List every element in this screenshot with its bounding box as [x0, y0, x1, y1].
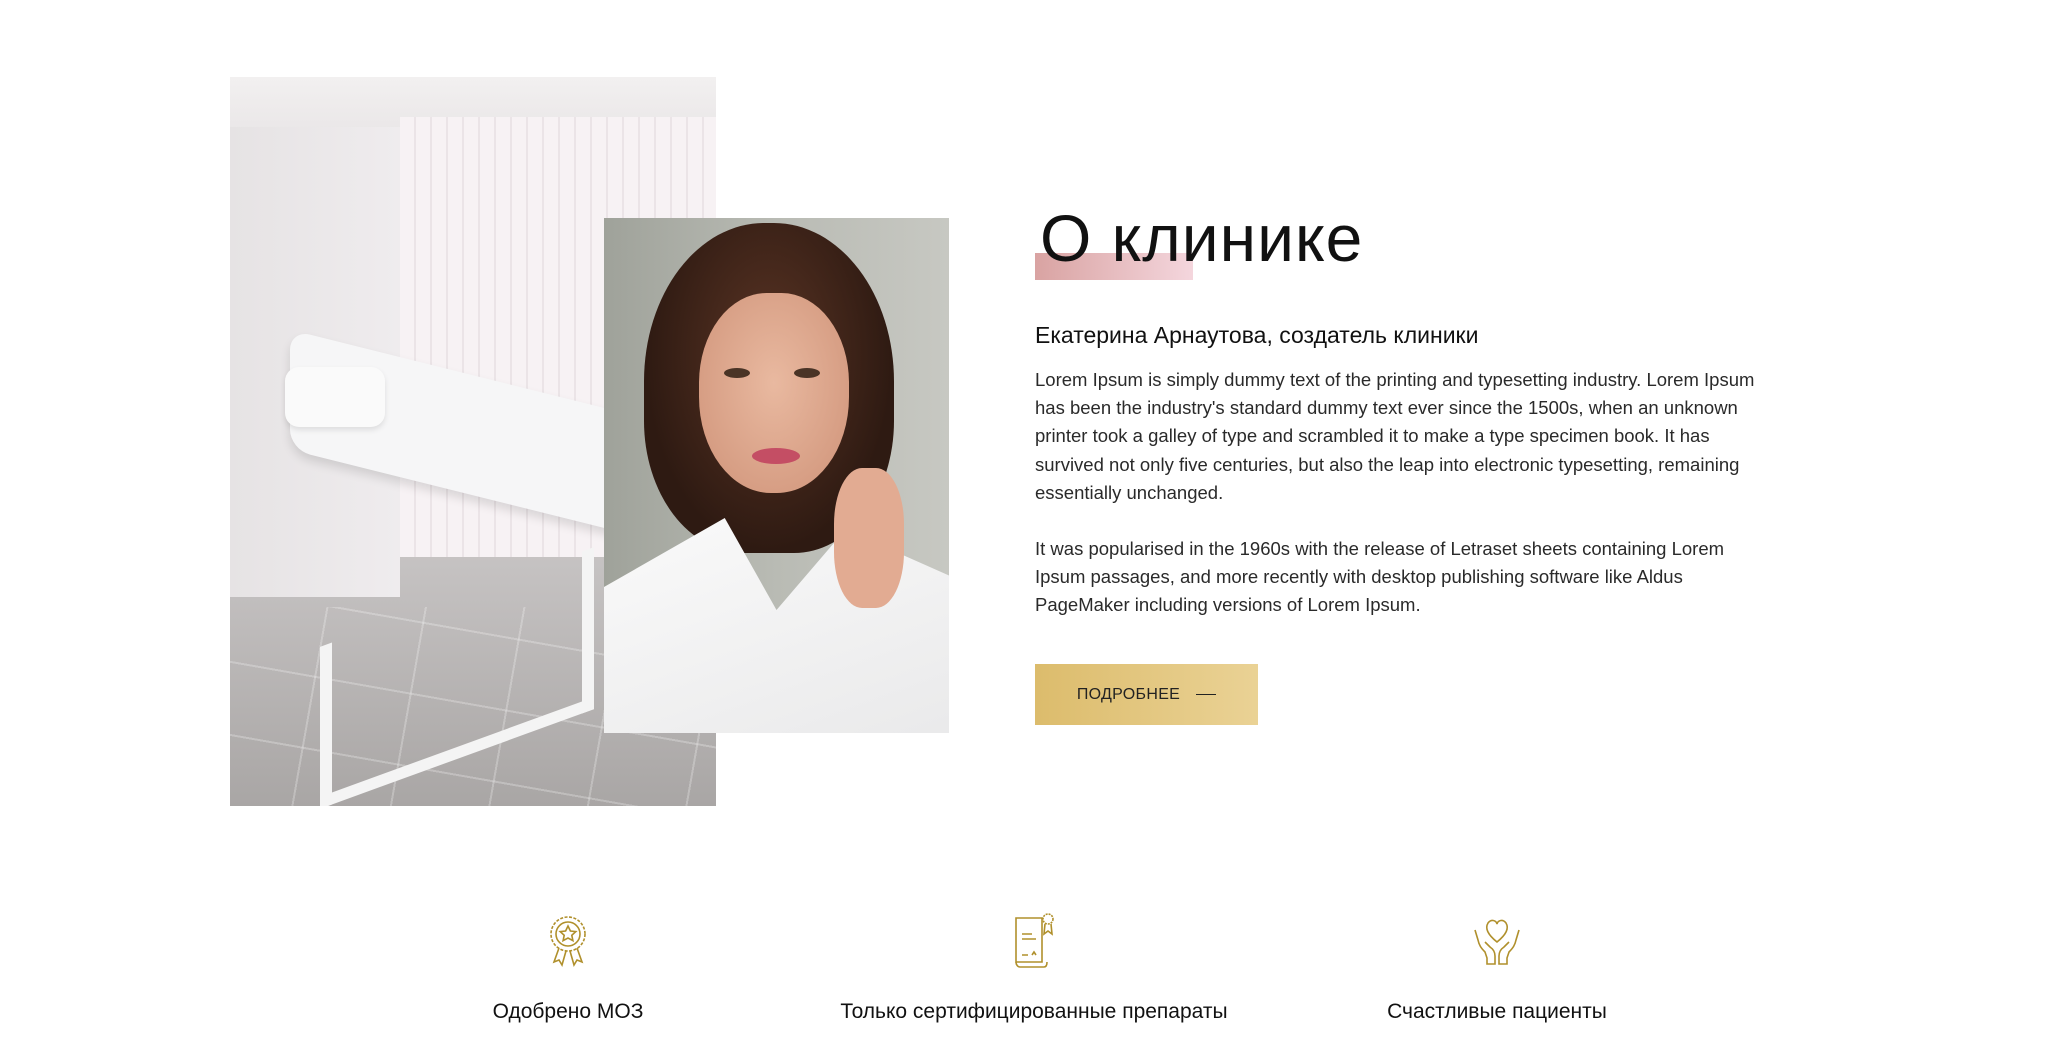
heart-hands-icon — [1474, 919, 1520, 965]
about-paragraph: Lorem Ipsum is simply dummy text of the … — [1035, 369, 1755, 503]
feature-label: Только сертифицированные препараты — [840, 1000, 1228, 1023]
founder-portrait-photo — [604, 218, 949, 733]
founder-name: Екатерина Арнаутова — [1035, 322, 1267, 348]
feature-label: Счастливые пациенты — [1387, 1000, 1607, 1023]
about-paragraph: It was popularised in the 1960s with the… — [1035, 538, 1725, 616]
founder-caption: Екатерина Арнаутова, создатель клиники — [1035, 322, 1478, 349]
certificate-icon — [1015, 913, 1054, 968]
award-badge-icon — [550, 916, 586, 967]
dash-arrow-icon — [1196, 693, 1217, 696]
more-button[interactable]: ПОДРОБНЕЕ — [1035, 664, 1258, 725]
more-button-label: ПОДРОБНЕЕ — [1076, 685, 1181, 703]
feature-approved: Одобрено МОЗ — [328, 910, 808, 1024]
feature-certified: Только сертифицированные препараты — [794, 910, 1274, 1024]
feature-label: Одобрено МОЗ — [492, 1000, 644, 1023]
section-title: О клинике — [1040, 201, 1364, 275]
founder-role: , создатель клиники — [1266, 322, 1479, 348]
feature-happy-patients: Счастливые пациенты — [1257, 910, 1737, 1024]
about-text: Lorem Ipsum is simply dummy text of the … — [1035, 366, 1765, 648]
